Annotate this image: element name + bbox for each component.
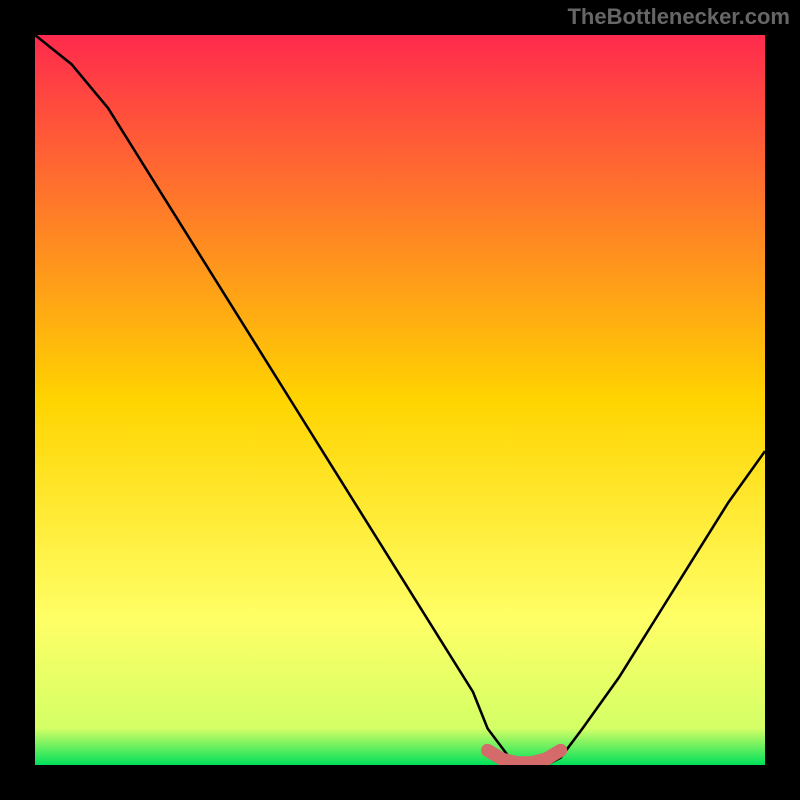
flat-highlight-segment	[488, 750, 561, 762]
watermark-text: TheBottlenecker.com	[567, 4, 790, 30]
bottleneck-curve	[35, 35, 765, 765]
plot-area	[35, 35, 765, 765]
chart-svg	[35, 35, 765, 765]
